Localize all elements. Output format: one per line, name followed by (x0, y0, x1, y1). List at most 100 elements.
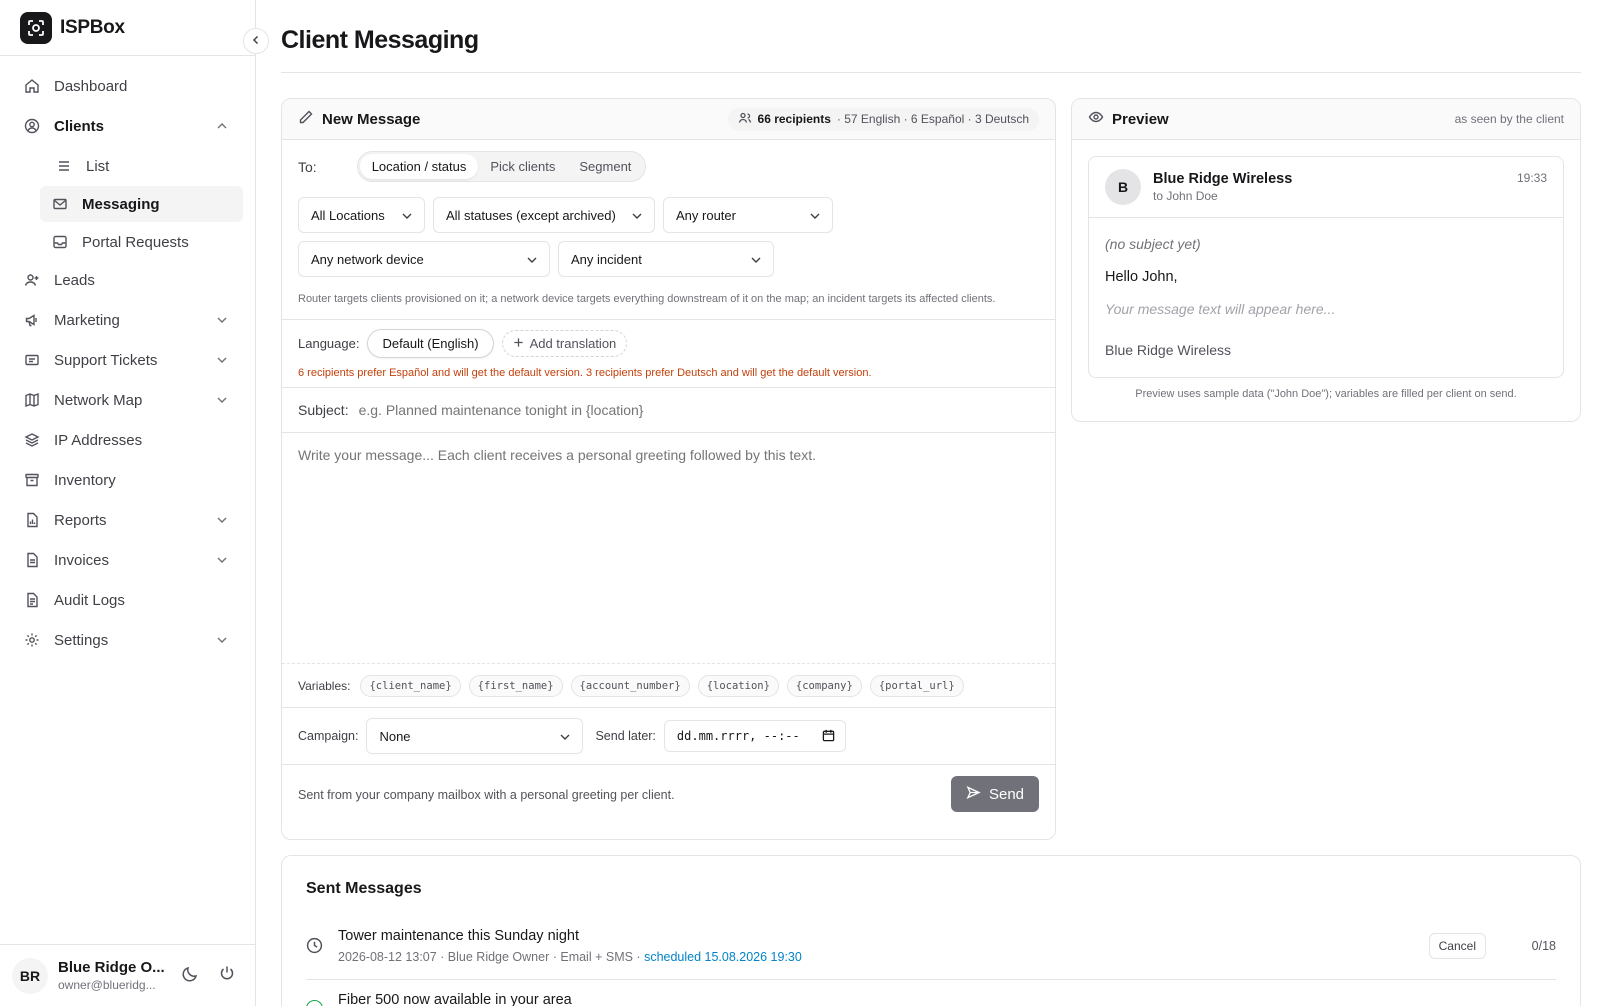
sidebar-item-marketing[interactable]: Marketing (12, 302, 243, 338)
sidebar-item-clients-list[interactable]: List (28, 148, 243, 184)
page-title: Client Messaging (281, 0, 1581, 73)
avatar: BR (12, 957, 48, 994)
variables-label: Variables: (298, 678, 351, 693)
preview-header: Preview as seen by the client (1072, 99, 1580, 140)
chevron-down-icon (215, 353, 229, 367)
sent-message-row[interactable]: Fiber 500 now available in your area (306, 980, 1556, 1006)
send-button[interactable]: Send (951, 776, 1039, 812)
sidebar-item-label: Leads (54, 271, 95, 289)
chevron-down-icon (215, 633, 229, 647)
send-later-input[interactable]: dd.mm.rrrr, --:-- (663, 720, 846, 752)
new-message-card: New Message 66 recipients · 57 English ·… (281, 98, 1056, 840)
sidebar-item-audit-logs[interactable]: Audit Logs (12, 582, 243, 618)
language-default-button[interactable]: Default (English) (367, 329, 494, 358)
eye-icon (1088, 109, 1104, 129)
sidebar-item-dashboard[interactable]: Dashboard (12, 68, 243, 104)
sidebar-item-label: Inventory (54, 471, 116, 489)
variable-chip[interactable]: {first_name} (468, 674, 563, 697)
new-message-header: New Message 66 recipients · 57 English ·… (282, 99, 1055, 140)
variables-row: Variables: {client_name} {first_name} {a… (282, 664, 1055, 708)
sidebar-item-label: Clients (54, 117, 105, 135)
sidebar-item-support-tickets[interactable]: Support Tickets (12, 342, 243, 378)
chevron-down-icon (215, 313, 229, 327)
message-body[interactable] (282, 433, 1055, 664)
preview-time: 19:33 (1516, 171, 1547, 185)
scheduled-label: scheduled 15.08.2026 19:30 (644, 950, 802, 964)
chevron-down-icon (525, 253, 539, 267)
location-select-value: All Locations (311, 207, 385, 223)
network-device-select[interactable]: Any network device (298, 241, 550, 277)
power-icon[interactable] (219, 965, 235, 986)
main-content: Client Messaging (281, 0, 1581, 73)
sidebar-item-inventory[interactable]: Inventory (12, 462, 243, 498)
variable-chip[interactable]: {account_number} (570, 674, 690, 697)
preview-message: Your message text will appear here... (1105, 301, 1336, 317)
variable-chip[interactable]: {client_name} (360, 674, 461, 697)
variable-chip[interactable]: {location} (697, 674, 779, 697)
sidebar-item-label: IP Addresses (54, 431, 143, 449)
sidebar-item-invoices[interactable]: Invoices (12, 542, 243, 578)
to-row: To: Location / status Pick clients Segme… (282, 140, 1055, 193)
sidebar-nav: Dashboard Clients List Messaging Portal … (0, 56, 255, 674)
language-label: Language: (298, 336, 360, 351)
campaign-select[interactable]: None (366, 718, 584, 754)
sidebar-item-label: Settings (54, 631, 109, 649)
location-select[interactable]: All Locations (298, 197, 425, 233)
filter-hint: Router targets clients provisioned on it… (298, 293, 996, 305)
chevron-down-icon (630, 209, 644, 223)
incident-select[interactable]: Any incident (558, 241, 774, 277)
filter-hint-row: Router targets clients provisioned on it… (282, 281, 1055, 320)
pencil-icon (298, 109, 314, 129)
tab-segment[interactable]: Segment (567, 154, 643, 179)
moon-icon[interactable] (181, 965, 199, 986)
status-select[interactable]: All statuses (except archived) (433, 197, 655, 233)
collapse-sidebar-button[interactable] (243, 28, 269, 54)
home-icon (24, 78, 40, 94)
campaign-select-value: None (379, 728, 411, 744)
list-icon (56, 158, 72, 174)
sent-message-title: Tower maintenance this Sunday night (338, 928, 580, 944)
brand-name: ISPBox (60, 16, 125, 38)
sidebar-item-leads[interactable]: Leads (12, 262, 243, 298)
user-name: Blue Ridge O... (58, 959, 165, 976)
recipients-breakdown: · 57 English · 6 Español · 3 Deutsch (836, 112, 1029, 126)
variable-chip[interactable]: {company} (786, 674, 862, 697)
sidebar-item-label: Dashboard (54, 77, 128, 95)
sidebar-item-label: Marketing (54, 311, 120, 329)
preview-subject: (no subject yet) (1105, 236, 1201, 252)
footer-note: Sent from your company mailbox with a pe… (298, 788, 675, 802)
brand[interactable]: ISPBox (0, 0, 255, 56)
sidebar-item-settings[interactable]: Settings (12, 622, 243, 658)
message-textarea[interactable] (282, 433, 1055, 663)
sidebar-item-clients[interactable]: Clients (12, 108, 243, 144)
cancel-button[interactable]: Cancel (1428, 933, 1486, 959)
chevron-down-icon (215, 513, 229, 527)
add-translation-label: Add translation (529, 336, 617, 351)
chevron-up-icon (215, 119, 229, 133)
status-select-value: All statuses (except archived) (446, 207, 616, 223)
sender-avatar: B (1105, 169, 1141, 205)
router-select[interactable]: Any router (663, 197, 833, 233)
tab-location-status[interactable]: Location / status (359, 154, 479, 179)
clock-icon (306, 937, 323, 957)
mail-icon (52, 196, 68, 212)
sidebar-item-ip-addresses[interactable]: IP Addresses (12, 422, 243, 458)
variable-chip[interactable]: {portal_url} (869, 674, 964, 697)
tab-pick-clients[interactable]: Pick clients (478, 154, 567, 179)
add-translation-button[interactable]: Add translation (501, 330, 628, 357)
megaphone-icon (24, 312, 40, 328)
chevron-down-icon (215, 553, 229, 567)
subject-input[interactable] (358, 402, 1039, 418)
sidebar-item-clients-messaging[interactable]: Messaging (40, 186, 243, 222)
preview-signature: Blue Ridge Wireless (1105, 342, 1232, 358)
sent-message-row[interactable]: Tower maintenance this Sunday night 2026… (306, 918, 1556, 980)
calendar-icon[interactable] (822, 729, 835, 745)
preview-email-header: B Blue Ridge Wireless to John Doe 19:33 (1089, 157, 1563, 218)
sidebar-item-reports[interactable]: Reports (12, 502, 243, 538)
preview-body: (no subject yet) Hello John, Your messag… (1089, 218, 1563, 358)
filter-row-2: Any network device Any incident (282, 237, 1055, 281)
user-menu[interactable]: BR Blue Ridge O... owner@blueridg... (0, 944, 255, 1006)
sidebar-item-network-map[interactable]: Network Map (12, 382, 243, 418)
sidebar-item-clients-portal-requests[interactable]: Portal Requests (40, 224, 243, 260)
chevron-left-icon (250, 33, 262, 49)
